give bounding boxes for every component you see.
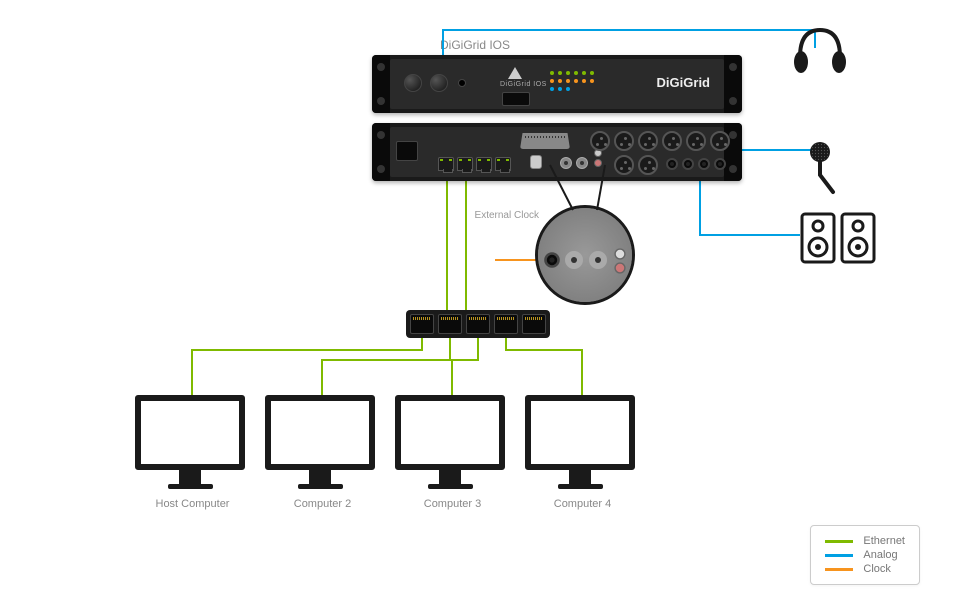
network-switch	[406, 310, 550, 338]
trs-output	[714, 158, 726, 170]
rca-zoom	[614, 248, 625, 259]
xlr-input	[590, 131, 610, 151]
monitor-screen	[525, 395, 635, 470]
monitor-stand	[439, 470, 461, 484]
monitor-3	[395, 395, 505, 489]
xlr-input	[662, 131, 682, 151]
legend-swatch	[825, 568, 853, 571]
monitor-screen	[135, 395, 245, 470]
computer-label: Computer 2	[265, 498, 380, 510]
ethernet-port	[476, 157, 492, 171]
monitor-2	[265, 395, 375, 489]
rack-ear	[724, 123, 742, 181]
xlr-output	[614, 155, 634, 175]
speakers-icon	[800, 212, 880, 272]
monitor-base	[298, 484, 343, 489]
legend-row-analog: Analog	[825, 548, 905, 562]
xlr-output	[638, 155, 658, 175]
xlr-input	[686, 131, 706, 151]
monitor-base	[428, 484, 473, 489]
monitor-4	[525, 395, 635, 489]
model-text: DiGiGrid IOS	[500, 81, 547, 88]
trs-output	[682, 158, 694, 170]
device-title: DiGiGrid IOS	[395, 38, 555, 52]
external-clock-label: External Clock	[469, 210, 539, 222]
rack-ear	[372, 55, 390, 113]
monitor-base	[168, 484, 213, 489]
monitor-stand	[179, 470, 201, 484]
usb-port	[530, 155, 542, 169]
microphone-icon	[805, 140, 845, 205]
bnc-wordclock	[560, 157, 572, 169]
rack-rear-panel	[372, 123, 742, 181]
rca-zoom	[614, 262, 625, 273]
headphones-icon	[790, 22, 850, 82]
waves-logo-icon	[508, 67, 522, 79]
monitor-screen	[395, 395, 505, 470]
switch-port	[438, 314, 462, 334]
xlr-input	[710, 131, 730, 151]
computer-label: Computer 3	[395, 498, 510, 510]
ethernet-port	[438, 157, 454, 171]
computer-label: Host Computer	[135, 498, 250, 510]
xlr-input	[638, 131, 658, 151]
switch-port	[494, 314, 518, 334]
switch-port	[522, 314, 546, 334]
switch-port	[466, 314, 490, 334]
trs-output	[666, 158, 678, 170]
rear-faceplate	[390, 127, 724, 177]
monitor-host	[135, 395, 245, 489]
legend-row-ethernet: Ethernet	[825, 534, 905, 548]
monitor-base	[558, 484, 603, 489]
monitor-stand	[569, 470, 591, 484]
xlr-input	[614, 131, 634, 151]
power-button	[502, 92, 530, 106]
bnc-wordclock	[576, 157, 588, 169]
trs-output	[698, 158, 710, 170]
gain-knob	[430, 74, 448, 92]
brand-text: DiGiGrid	[657, 75, 710, 90]
rack-ear	[372, 123, 390, 181]
legend-swatch	[825, 540, 853, 543]
rack-front-panel: DiGiGrid IOS DiGiGrid	[372, 55, 742, 113]
rca-spdif	[594, 159, 602, 167]
headphone-jack	[458, 79, 466, 87]
computer-label: Computer 4	[525, 498, 640, 510]
switch-port	[410, 314, 434, 334]
legend: Ethernet Analog Clock	[810, 525, 920, 585]
legend-label: Clock	[863, 563, 891, 575]
front-faceplate: DiGiGrid IOS DiGiGrid	[390, 59, 724, 109]
monitor-screen	[265, 395, 375, 470]
legend-row-clock: Clock	[825, 562, 905, 576]
bnc-zoom	[565, 251, 583, 269]
ethernet-port	[457, 157, 473, 171]
rack-ear	[724, 55, 742, 113]
legend-swatch	[825, 554, 853, 557]
db25-connector	[520, 133, 570, 149]
ethernet-port	[495, 157, 511, 171]
external-clock-callout	[535, 205, 635, 305]
bnc-zoom	[589, 251, 607, 269]
legend-label: Ethernet	[863, 535, 905, 547]
power-inlet	[396, 141, 418, 161]
legend-label: Analog	[863, 549, 897, 561]
trs-zoom	[544, 252, 560, 268]
volume-knob	[404, 74, 422, 92]
monitor-stand	[309, 470, 331, 484]
